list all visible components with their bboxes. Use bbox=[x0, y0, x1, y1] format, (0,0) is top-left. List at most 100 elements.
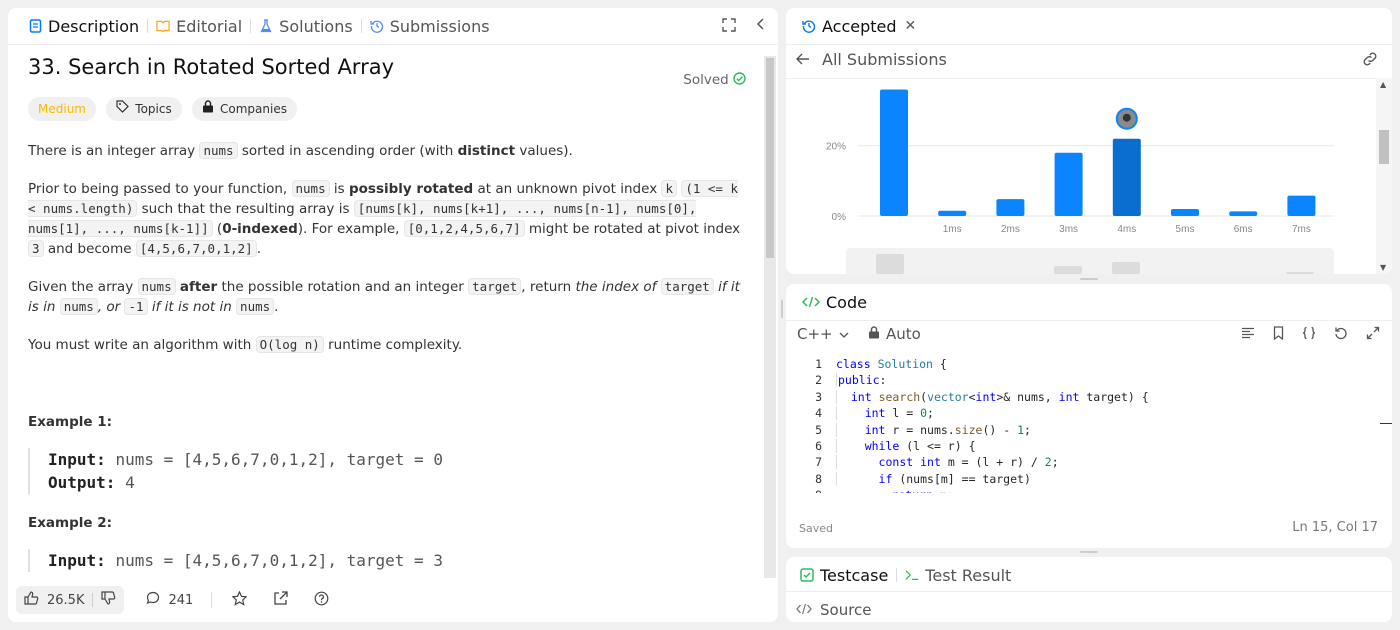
all-submissions-link[interactable]: All Submissions bbox=[796, 50, 947, 69]
testcase-panel: Testcase Test Result Source bbox=[786, 557, 1392, 622]
description-panel: Description Editorial Solutions Submissi… bbox=[8, 8, 778, 622]
language-select[interactable]: C++ bbox=[797, 325, 849, 343]
comments-button[interactable]: 241 bbox=[146, 591, 193, 609]
italic-text: , or bbox=[97, 299, 125, 315]
code-line: 5 int r = nums.size() - 1; bbox=[786, 422, 1376, 438]
braces-icon[interactable] bbox=[1302, 326, 1316, 344]
text: You must write an algorithm with bbox=[28, 337, 256, 353]
x-tick-label: 4ms bbox=[1117, 224, 1136, 235]
inline-code: target bbox=[660, 278, 714, 295]
chart-scrollbar[interactable]: ▲ ▼ bbox=[1376, 78, 1392, 274]
description-scrollbar[interactable] bbox=[764, 56, 776, 586]
example-2-input: Input: nums = [4,5,6,7,0,1,2], target = … bbox=[48, 549, 750, 572]
expand-icon[interactable] bbox=[722, 18, 736, 36]
tab-submissions[interactable]: Submissions bbox=[362, 8, 498, 44]
inline-code: nums bbox=[236, 298, 275, 315]
italic-text: the index of bbox=[575, 279, 661, 295]
secondary-bar bbox=[1112, 262, 1140, 274]
scrollbar-thumb[interactable] bbox=[766, 58, 774, 258]
tab-accepted[interactable]: Accepted ✕ bbox=[794, 8, 924, 44]
bookmark-icon[interactable] bbox=[1273, 326, 1284, 344]
runtime-distribution-chart: 20% 0% 1ms 2ms 3ms 4ms 5ms 6ms 7ms bbox=[826, 89, 1334, 274]
tabbar-divider bbox=[786, 320, 1392, 321]
resize-handle[interactable] bbox=[1080, 551, 1098, 553]
text: sorted in ascending order (with bbox=[237, 143, 458, 159]
difficulty-badge[interactable]: Medium bbox=[28, 97, 96, 121]
collapse-panel-icon[interactable] bbox=[756, 17, 766, 35]
terminal-icon bbox=[905, 568, 919, 582]
code-line: 6 while (l <= r) { bbox=[786, 438, 1376, 454]
tab-editorial[interactable]: Editorial bbox=[148, 8, 250, 44]
bold-text: distinct bbox=[457, 143, 516, 159]
close-icon[interactable]: ✕ bbox=[905, 18, 917, 34]
bar bbox=[1287, 195, 1316, 216]
companies-label: Companies bbox=[220, 101, 287, 116]
history-icon bbox=[802, 19, 816, 33]
problem-title: 33. Search in Rotated Sorted Array bbox=[28, 55, 395, 79]
bar bbox=[938, 210, 967, 216]
lock-icon bbox=[868, 325, 880, 343]
fullscreen-icon[interactable] bbox=[1366, 326, 1380, 344]
vertical-resize-handle[interactable] bbox=[781, 300, 783, 318]
example-2-heading: Example 2: bbox=[28, 515, 113, 531]
tab-testcase[interactable]: Testcase bbox=[792, 557, 896, 593]
reset-icon[interactable] bbox=[1334, 326, 1348, 344]
inline-code: nums bbox=[137, 278, 176, 295]
line-number: 1 bbox=[815, 357, 822, 371]
resize-handle[interactable] bbox=[1080, 278, 1098, 280]
paragraph-2: Prior to being passed to your function, … bbox=[28, 179, 750, 259]
source-tab[interactable]: Source bbox=[796, 601, 872, 619]
inline-code: 3 bbox=[28, 240, 44, 257]
text: . bbox=[256, 241, 262, 257]
italic-text: if it is not in bbox=[147, 299, 237, 315]
paragraph-4: You must write an algorithm with O(log n… bbox=[28, 335, 750, 355]
scroll-up-icon[interactable]: ▲ bbox=[1380, 80, 1386, 89]
text: and become bbox=[43, 241, 136, 257]
topics-button[interactable]: Topics bbox=[106, 97, 182, 121]
text: , return bbox=[521, 279, 576, 295]
inline-code: [4,5,6,7,0,1,2] bbox=[135, 240, 257, 257]
code-editor[interactable]: 1 class Solution { 2 public: 3 int search(… bbox=[786, 356, 1376, 496]
tabbar-divider bbox=[786, 591, 1392, 592]
tab-accepted-label: Accepted bbox=[822, 16, 897, 36]
line-number: 7 bbox=[815, 455, 822, 470]
scrollbar-thumb[interactable] bbox=[1379, 130, 1389, 164]
y-tick-label: 0% bbox=[832, 212, 847, 223]
scroll-down-icon[interactable]: ▼ bbox=[1380, 263, 1386, 272]
link-icon[interactable] bbox=[1362, 52, 1378, 70]
companies-button[interactable]: Companies bbox=[192, 97, 297, 121]
code-line: 3 int search(vector<int>& nums, int targ… bbox=[786, 389, 1376, 405]
all-submissions-label: All Submissions bbox=[822, 50, 947, 69]
tab-code[interactable]: Code bbox=[794, 284, 875, 320]
x-tick-label: 3ms bbox=[1059, 224, 1078, 235]
thumbs-down-icon[interactable] bbox=[101, 591, 116, 609]
text: values). bbox=[515, 143, 573, 159]
help-icon[interactable] bbox=[314, 591, 329, 610]
cursor-position: Ln 15, Col 17 bbox=[1292, 520, 1378, 535]
x-tick-label: 1ms bbox=[943, 224, 962, 235]
tab-description[interactable]: Description bbox=[20, 8, 147, 44]
auto-mode-toggle[interactable]: Auto bbox=[868, 325, 921, 343]
description-footer: 26.5K 241 bbox=[16, 586, 770, 614]
example-1-heading: Example 1: bbox=[28, 414, 113, 430]
bar bbox=[1229, 211, 1258, 216]
vote-divider bbox=[92, 593, 94, 607]
submission-tabbar: Accepted ✕ bbox=[786, 8, 1392, 44]
code-icon bbox=[796, 601, 812, 619]
share-icon[interactable] bbox=[273, 590, 288, 610]
left-tabbar: Description Editorial Solutions Submissi… bbox=[8, 8, 778, 44]
format-icon[interactable] bbox=[1241, 327, 1255, 343]
tab-editorial-label: Editorial bbox=[176, 16, 243, 36]
tab-submissions-label: Submissions bbox=[389, 16, 490, 36]
inline-code: [0,1,2,4,5,6,7] bbox=[403, 220, 525, 237]
paragraph-1: There is an integer array nums sorted in… bbox=[28, 141, 750, 161]
tab-solutions[interactable]: Solutions bbox=[251, 8, 361, 44]
thumbs-up-icon[interactable] bbox=[24, 591, 39, 609]
problem-description: 33. Search in Rotated Sorted Array Mediu… bbox=[28, 55, 750, 594]
x-tick-label: 2ms bbox=[1001, 224, 1020, 235]
star-icon[interactable] bbox=[231, 590, 248, 610]
bold-text: possibly rotated bbox=[348, 181, 474, 197]
tab-code-label: Code bbox=[826, 292, 867, 312]
tab-test-result[interactable]: Test Result bbox=[897, 557, 1019, 593]
submission-panel: Accepted ✕ All Submissions 20% 0% 1ms 2ms 3m… bbox=[786, 8, 1392, 274]
